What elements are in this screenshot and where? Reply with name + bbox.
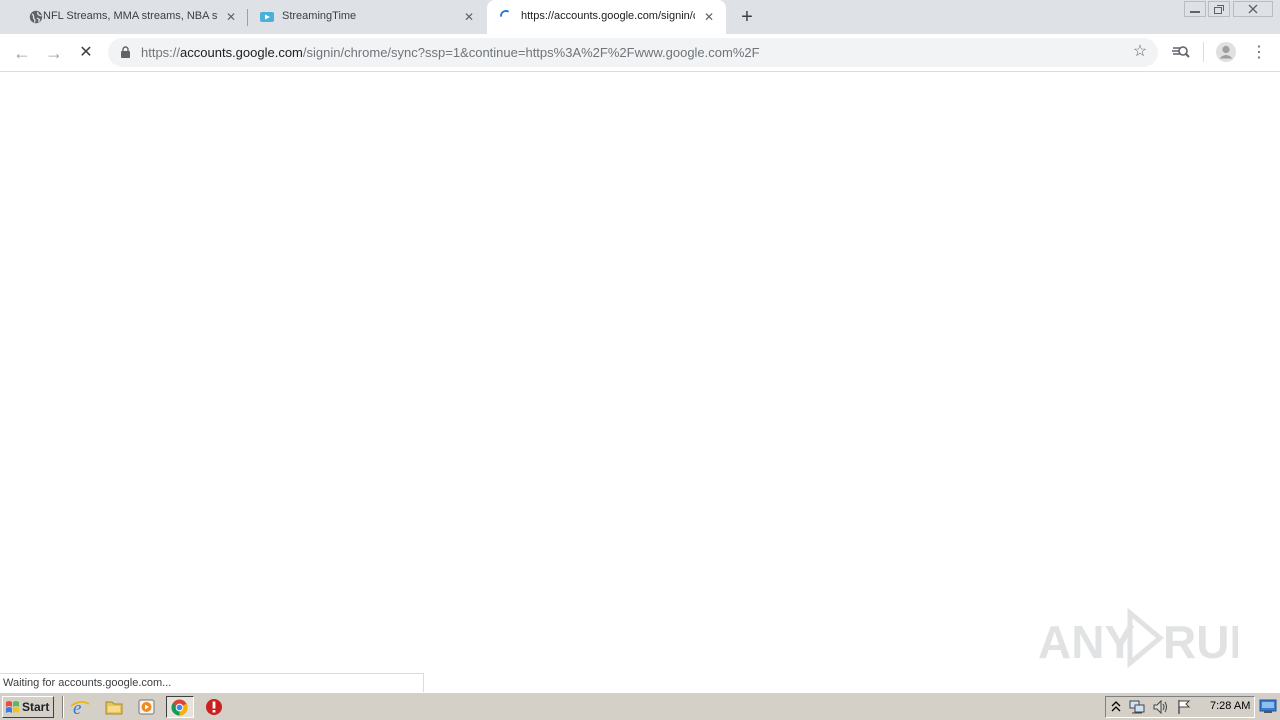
tab-title: NFL Streams, MMA streams, NBA streams xyxy=(43,10,218,22)
tab-close-button[interactable]: ✕ xyxy=(223,9,239,25)
browser-toolbar: ← → ✕ https://accounts.google.com/signin… xyxy=(0,34,1280,72)
tab-close-button[interactable]: ✕ xyxy=(701,9,717,25)
address-bar[interactable]: https://accounts.google.com/signin/chrom… xyxy=(108,38,1158,67)
security-alert-icon[interactable] xyxy=(203,697,225,717)
windows-logo-icon xyxy=(6,701,19,713)
toolbar-divider xyxy=(1203,42,1204,62)
tab-nfl-streams[interactable]: NFL Streams, MMA streams, NBA streams ✕ xyxy=(8,0,248,34)
loading-spinner-icon xyxy=(500,10,509,17)
status-bubble: Waiting for accounts.google.com... xyxy=(0,673,424,692)
tab-strip: NFL Streams, MMA streams, NBA streams ✕ … xyxy=(0,0,1280,34)
minimize-icon xyxy=(1184,1,1206,17)
taskbar-divider xyxy=(62,696,64,718)
menu-kebab-icon[interactable]: ⋮ xyxy=(1248,42,1270,64)
tab-title: StreamingTime xyxy=(282,10,357,22)
start-label: Start xyxy=(22,700,50,714)
bookmark-star-icon[interactable]: ☆ xyxy=(1131,43,1149,61)
show-desktop-icon[interactable] xyxy=(1259,698,1277,714)
globe-icon xyxy=(29,10,43,24)
extension-icon[interactable] xyxy=(1172,44,1190,60)
action-center-flag-icon[interactable] xyxy=(1176,699,1192,715)
show-hidden-icons-icon[interactable] xyxy=(1110,700,1122,714)
back-button[interactable]: ← xyxy=(11,42,33,64)
media-player-icon[interactable] xyxy=(136,697,158,717)
lock-icon xyxy=(121,46,130,58)
tab-title: https://accounts.google.com/signin/chrom… xyxy=(521,10,695,22)
streaming-favicon-icon xyxy=(260,12,274,22)
taskbar: Start e 7:28 AM xyxy=(0,692,1280,720)
chrome-icon xyxy=(171,699,188,716)
url-path: /signin/chrome/sync?ssp=1&continue=https… xyxy=(302,45,760,60)
svg-text:e: e xyxy=(73,698,81,717)
svg-text:RUN: RUN xyxy=(1163,616,1238,668)
forward-button[interactable]: → xyxy=(43,42,65,64)
restore-button[interactable] xyxy=(1208,1,1230,17)
url-host: accounts.google.com xyxy=(180,45,303,60)
minimize-button[interactable] xyxy=(1184,1,1206,17)
taskbar-clock[interactable]: 7:28 AM xyxy=(1210,700,1250,712)
close-icon xyxy=(1233,1,1273,17)
start-button[interactable]: Start xyxy=(2,696,54,718)
anyrun-watermark-logo: ANY RUN xyxy=(1038,608,1238,668)
file-explorer-icon[interactable] xyxy=(103,697,125,717)
url-scheme: https:// xyxy=(141,45,181,60)
url-text: https://accounts.google.com/signin/chrom… xyxy=(141,45,760,60)
internet-explorer-icon[interactable]: e xyxy=(69,697,91,717)
tab-streamingtime[interactable]: StreamingTime ✕ xyxy=(248,0,486,34)
restore-icon xyxy=(1208,1,1230,17)
network-icon[interactable] xyxy=(1128,699,1146,715)
tab-close-button[interactable]: ✕ xyxy=(461,9,477,25)
chrome-taskbar-button[interactable] xyxy=(166,696,194,718)
svg-text:ANY: ANY xyxy=(1038,616,1135,668)
close-window-button[interactable] xyxy=(1233,1,1273,17)
stop-button[interactable]: ✕ xyxy=(75,42,97,64)
tab-google-signin[interactable]: https://accounts.google.com/signin/chrom… xyxy=(487,0,726,34)
profile-avatar-icon[interactable] xyxy=(1215,41,1237,63)
volume-icon[interactable] xyxy=(1152,699,1170,715)
system-tray: 7:28 AM xyxy=(1105,696,1255,718)
new-tab-button[interactable]: + xyxy=(736,6,758,28)
